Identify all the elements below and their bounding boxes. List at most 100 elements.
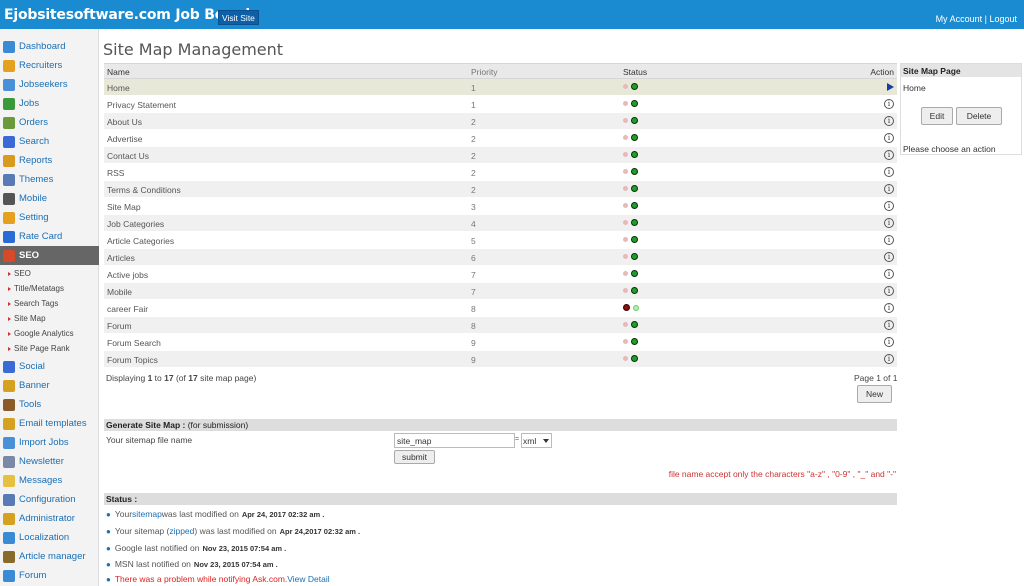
sidebar-item-messages[interactable]: Messages (0, 471, 99, 490)
row-action[interactable]: i (884, 98, 894, 109)
row-action[interactable]: i (884, 336, 894, 347)
visit-site-button[interactable]: Visit Site (218, 10, 259, 25)
column-status[interactable]: Status (623, 67, 647, 77)
table-row[interactable]: Home 1 (104, 79, 897, 96)
status-off-dot-icon[interactable] (623, 288, 628, 293)
info-icon[interactable]: i (884, 116, 894, 126)
row-action[interactable]: i (884, 268, 894, 279)
table-row[interactable]: Privacy Statement 1 i (104, 96, 897, 113)
info-icon[interactable]: i (884, 286, 894, 296)
sidebar-item-jobs[interactable]: Jobs (0, 94, 99, 113)
sidebar-subitem-seo[interactable]: SEO (8, 266, 31, 281)
info-icon[interactable]: i (884, 133, 894, 143)
table-row[interactable]: Active jobs 7 i (104, 266, 897, 283)
sidebar-item-article-manager[interactable]: Article manager (0, 547, 99, 566)
sidebar-item-seo[interactable]: SEO (0, 246, 99, 265)
submit-button[interactable]: submit (394, 450, 435, 464)
sidebar-item-configuration[interactable]: Configuration (0, 490, 99, 509)
row-action[interactable]: i (884, 200, 894, 211)
status-off-dot-icon[interactable] (623, 203, 628, 208)
my-account-link[interactable]: My Account (936, 14, 983, 24)
table-row[interactable]: RSS 2 i (104, 164, 897, 181)
row-action[interactable]: i (884, 302, 894, 313)
table-row[interactable]: Forum 8 i (104, 317, 897, 334)
table-row[interactable]: Articles 6 i (104, 249, 897, 266)
table-row[interactable]: Site Map 3 i (104, 198, 897, 215)
view-detail-link[interactable]: View Detail (287, 574, 329, 584)
status-off-dot-icon[interactable] (623, 356, 628, 361)
sidebar-item-reports[interactable]: Reports (0, 151, 99, 170)
table-row[interactable]: Article Categories 5 i (104, 232, 897, 249)
status-off-dot-icon[interactable] (623, 237, 628, 242)
row-action[interactable]: i (884, 217, 894, 228)
table-row[interactable]: Contact Us 2 i (104, 147, 897, 164)
info-icon[interactable]: i (884, 252, 894, 262)
sidebar-item-search[interactable]: Search (0, 132, 99, 151)
edit-button[interactable]: Edit (921, 107, 953, 125)
row-action[interactable]: i (884, 234, 894, 245)
info-icon[interactable]: i (884, 320, 894, 330)
table-row[interactable]: Advertise 2 i (104, 130, 897, 147)
status-off-dot-icon[interactable] (623, 339, 628, 344)
sidebar-item-import-jobs[interactable]: Import Jobs (0, 433, 99, 452)
row-action[interactable]: i (884, 319, 894, 330)
status-off-dot-icon[interactable] (623, 169, 628, 174)
delete-button[interactable]: Delete (956, 107, 1002, 125)
sidebar-item-mobile[interactable]: Mobile (0, 189, 99, 208)
info-icon[interactable]: i (884, 354, 894, 364)
table-row[interactable]: career Fair 8 i (104, 300, 897, 317)
table-row[interactable]: Terms & Conditions 2 i (104, 181, 897, 198)
sidebar-item-email-templates[interactable]: Email templates (0, 414, 99, 433)
status-off-dot-icon[interactable] (623, 271, 628, 276)
status-off-dot-icon[interactable] (623, 220, 628, 225)
status-off-dot-icon[interactable] (623, 152, 628, 157)
row-action[interactable]: i (884, 166, 894, 177)
row-action[interactable]: i (884, 115, 894, 126)
column-priority[interactable]: Priority (471, 67, 497, 77)
info-icon[interactable]: i (884, 150, 894, 160)
table-row[interactable]: About Us 2 i (104, 113, 897, 130)
sidebar-item-newsletter[interactable]: Newsletter (0, 452, 99, 471)
sidebar-subitem-site-map[interactable]: Site Map (8, 311, 46, 326)
sidebar-item-banner[interactable]: Banner (0, 376, 99, 395)
sidebar-item-tools[interactable]: Tools (0, 395, 99, 414)
status-off-dot-icon[interactable] (623, 101, 628, 106)
status-on-dot-icon[interactable] (633, 304, 639, 311)
row-action[interactable]: i (884, 251, 894, 262)
sidebar-item-themes[interactable]: Themes (0, 170, 99, 189)
sitemap-link[interactable]: sitemap (132, 509, 162, 519)
sidebar-item-rate-card[interactable]: Rate Card (0, 227, 99, 246)
sitemap-filename-input[interactable]: site_map (394, 433, 515, 448)
column-name[interactable]: Name (107, 67, 130, 77)
sidebar-item-orders[interactable]: Orders (0, 113, 99, 132)
info-icon[interactable]: i (884, 201, 894, 211)
status-off-dot-icon[interactable] (623, 322, 628, 327)
status-off-dot-icon[interactable] (623, 84, 628, 89)
row-action[interactable]: i (884, 285, 894, 296)
table-row[interactable]: Forum Topics 9 i (104, 351, 897, 368)
info-icon[interactable]: i (884, 303, 894, 313)
sidebar-item-localization[interactable]: Localization (0, 528, 99, 547)
sidebar-item-recruiters[interactable]: Recruiters (0, 56, 99, 75)
zipped-link[interactable]: zipped (169, 526, 194, 536)
info-icon[interactable]: i (884, 269, 894, 279)
new-button[interactable]: New (857, 385, 892, 403)
sidebar-item-dashboard[interactable]: Dashboard (0, 37, 99, 56)
row-action[interactable]: i (884, 132, 894, 143)
info-icon[interactable]: i (884, 337, 894, 347)
sidebar-item-setting[interactable]: Setting (0, 208, 99, 227)
status-off-dot-icon[interactable] (623, 254, 628, 259)
row-action[interactable]: i (884, 183, 894, 194)
sidebar-item-administrator[interactable]: Administrator (0, 509, 99, 528)
sidebar-subitem-google-analytics[interactable]: Google Analytics (8, 326, 74, 341)
status-off-dot-icon[interactable] (623, 186, 628, 191)
info-icon[interactable]: i (884, 167, 894, 177)
sidebar-item-forum[interactable]: Forum (0, 566, 99, 585)
status-off-dot-icon[interactable] (623, 135, 628, 140)
status-off-dot-icon[interactable] (623, 118, 628, 123)
info-icon[interactable]: i (884, 184, 894, 194)
info-icon[interactable]: i (884, 235, 894, 245)
info-icon[interactable]: i (884, 218, 894, 228)
row-action[interactable]: i (884, 353, 894, 364)
row-action[interactable] (887, 81, 894, 93)
